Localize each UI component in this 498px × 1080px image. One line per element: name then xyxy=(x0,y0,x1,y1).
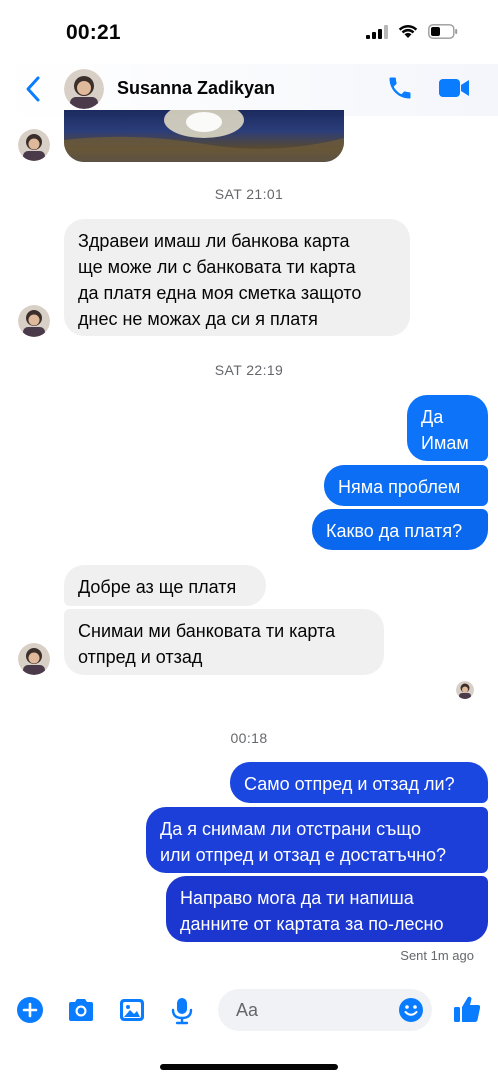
outgoing-message[interactable]: Да я снимам ли отстрани също или отпред … xyxy=(146,807,488,873)
contact-name[interactable]: Susanna Zadikyan xyxy=(117,78,275,99)
timestamp: 00:18 xyxy=(230,730,268,746)
incoming-message[interactable]: Здравеи имаш ли банкова карта ще може ли… xyxy=(64,219,410,336)
composer-bar: Aa xyxy=(0,988,498,1036)
status-time: 00:21 xyxy=(66,21,121,44)
emoji-icon[interactable] xyxy=(398,997,424,1023)
timestamp: SAT 22:19 xyxy=(214,362,284,378)
message-line: Имам xyxy=(421,433,469,453)
contact-avatar-small[interactable] xyxy=(18,643,50,675)
photo-content xyxy=(64,110,344,162)
incoming-message[interactable]: Снимаи ми банковата ти карта отпред и от… xyxy=(64,609,384,675)
message-line: или отпред и отзад е достатъчно? xyxy=(160,845,447,865)
message-line: Да я снимам ли отстрани също xyxy=(160,819,422,839)
outgoing-message[interactable]: Само отпред и отзад ли? xyxy=(230,762,488,803)
video-call-icon[interactable] xyxy=(438,76,470,100)
message-line: днес не можах да си я платя xyxy=(78,309,318,329)
gallery-icon[interactable] xyxy=(118,997,146,1023)
outgoing-message[interactable]: Направо мога да ти напиша данните от кар… xyxy=(166,876,488,942)
message-line: данните от картата за по-лесно xyxy=(180,914,444,934)
message-input[interactable]: Aa xyxy=(218,989,432,1031)
read-receipt-avatar xyxy=(456,681,474,699)
microphone-icon[interactable] xyxy=(170,996,194,1026)
plus-icon[interactable] xyxy=(16,996,44,1024)
status-icons xyxy=(366,24,458,39)
shared-photo[interactable] xyxy=(64,110,344,162)
incoming-message[interactable]: Добре аз ще платя xyxy=(64,565,266,606)
contact-avatar[interactable] xyxy=(64,69,104,109)
timestamp: SAT 21:01 xyxy=(214,186,284,202)
message-text: Добре аз ще платя xyxy=(78,577,237,597)
camera-icon[interactable] xyxy=(66,997,96,1023)
like-thumb-icon[interactable] xyxy=(452,994,482,1024)
message-text: Какво да платя? xyxy=(326,521,463,541)
cellular-signal-icon xyxy=(366,24,388,39)
message-line: ще може ли с банковата ти карта xyxy=(78,257,356,277)
message-line: да платя една моя сметка защото xyxy=(78,283,362,303)
status-bar: 00:21 xyxy=(0,0,498,64)
contact-avatar-small[interactable] xyxy=(18,129,50,161)
outgoing-message[interactable]: Какво да платя? xyxy=(312,509,488,550)
contact-avatar-small[interactable] xyxy=(18,305,50,337)
chat-header: Susanna Zadikyan xyxy=(0,64,498,116)
message-line: отпред и отзад xyxy=(78,647,203,667)
message-text: Няма проблем xyxy=(338,477,461,497)
message-line: Да xyxy=(421,407,444,427)
battery-icon xyxy=(428,24,458,39)
message-text: Само отпред и отзад ли? xyxy=(244,774,455,794)
outgoing-message[interactable]: Да Имам xyxy=(407,395,488,461)
back-chevron-icon[interactable] xyxy=(24,74,42,104)
wifi-icon xyxy=(398,24,418,38)
home-indicator xyxy=(160,1064,338,1070)
message-input-placeholder: Aa xyxy=(236,1000,259,1020)
message-line: Здравеи имаш ли банкова карта xyxy=(78,231,350,251)
sent-status: Sent 1m ago xyxy=(400,948,474,963)
message-line: Снимаи ми банковата ти карта xyxy=(78,621,336,641)
message-line: Направо мога да ти напиша xyxy=(180,888,414,908)
outgoing-message[interactable]: Няма проблем xyxy=(324,465,488,506)
phone-call-icon[interactable] xyxy=(386,74,414,102)
